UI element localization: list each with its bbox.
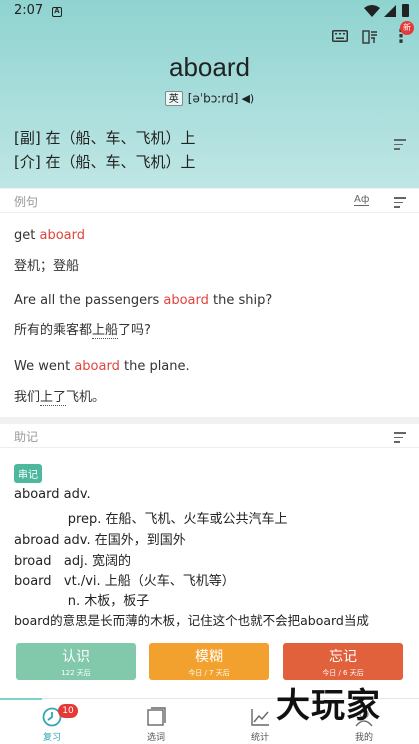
mnemonic-line: aboard adv. xyxy=(14,487,91,502)
mnemonic-line: board vt./vi. 上船（火车、飞机等） xyxy=(14,574,235,589)
battery-icon xyxy=(402,4,409,17)
tab-review[interactable]: 10 复习 xyxy=(0,699,104,744)
book-icon xyxy=(147,707,166,726)
new-badge: 新 xyxy=(400,21,414,35)
pronunciation-row[interactable]: 英 [əˈbɔːrd] ◀) xyxy=(0,91,419,106)
mnemonic-header: 助记 xyxy=(0,424,419,448)
vague-button[interactable]: 模糊 今日 / 7 天后 xyxy=(149,643,269,680)
accent-tag[interactable]: 英 xyxy=(164,91,183,106)
mnemonic-line: n. 木板，板子 xyxy=(14,594,150,609)
mnemonic-line: abroad adv. 在国外，到国外 xyxy=(14,533,186,548)
status-time: 2:07 xyxy=(14,3,44,18)
mnemonic-line: broad adj. 宽阔的 xyxy=(14,554,131,569)
dictionary-icon[interactable] xyxy=(362,30,378,44)
know-button[interactable]: 认识 122 天后 xyxy=(16,643,136,680)
example-translation: 我们上了飞机。 xyxy=(14,390,106,406)
definition-line: [介] 在（船、车、飞机）上 xyxy=(14,153,196,171)
examples-card: 例句 Aф get aboard 登机；登船 Are all the passe… xyxy=(0,189,419,417)
watermark: 大玩家 xyxy=(276,686,381,726)
tab-choose-words[interactable]: 选词 xyxy=(104,699,208,744)
notification-icon: A xyxy=(52,7,62,17)
definition-line: [副] 在（船、车、飞机）上 xyxy=(14,129,196,147)
tab-label: 选词 xyxy=(146,733,165,743)
examples-menu-icon[interactable] xyxy=(394,197,406,208)
example-translation: 登机；登船 xyxy=(14,259,80,274)
headword: aboard xyxy=(169,52,250,82)
tab-label: 复习 xyxy=(42,733,61,743)
example-translation: 所有的乘客都上船了吗? xyxy=(14,323,151,339)
forget-button[interactable]: 忘记 今日 / 6 天后 xyxy=(283,643,403,680)
mnemonic-tag: 串记 xyxy=(14,464,42,483)
mnemonic-menu-icon[interactable] xyxy=(394,432,406,443)
example-sentence[interactable]: Are all the passengers aboard the ship? xyxy=(14,293,272,308)
examples-title: 例句 xyxy=(14,195,39,209)
tab-label: 统计 xyxy=(250,733,269,743)
definition-menu-icon[interactable] xyxy=(394,139,406,150)
mnemonic-line: board的意思是长而薄的木板，记住这个也就不会把aboard当成 xyxy=(14,613,369,628)
chart-icon xyxy=(251,709,269,726)
keyboard-icon[interactable] xyxy=(332,30,348,42)
phonetic-text: [əˈbɔːrd] xyxy=(187,91,239,106)
tab-label: 我的 xyxy=(354,733,373,743)
wifi-icon xyxy=(364,5,380,17)
signal-icon xyxy=(384,5,396,17)
speaker-icon[interactable]: ◀) xyxy=(241,92,254,105)
word-header: 2:07 A ⋮ 新 aboard 英 [əˈbɔːrd] ◀) [副] 在（船、车… xyxy=(0,0,419,188)
definitions: [副] 在（船、车、飞机）上 [介] 在（船、车、飞机）上 xyxy=(14,126,195,174)
review-count-badge: 10 xyxy=(58,704,78,718)
status-bar: 2:07 A xyxy=(0,0,419,24)
example-sentence[interactable]: get aboard xyxy=(14,228,85,243)
examples-header: 例句 Aф xyxy=(0,189,419,213)
translation-toggle-icon[interactable]: Aф xyxy=(354,194,370,206)
mnemonic-title: 助记 xyxy=(14,430,39,444)
example-sentence[interactable]: We went aboard the plane. xyxy=(14,359,190,374)
mnemonic-line: prep. 在船、飞机、火车或公共汽车上 xyxy=(14,512,288,527)
mnemonic-card: 助记 串记 aboard adv. prep. 在船、飞机、火车或公共汽车上 a… xyxy=(0,424,419,630)
